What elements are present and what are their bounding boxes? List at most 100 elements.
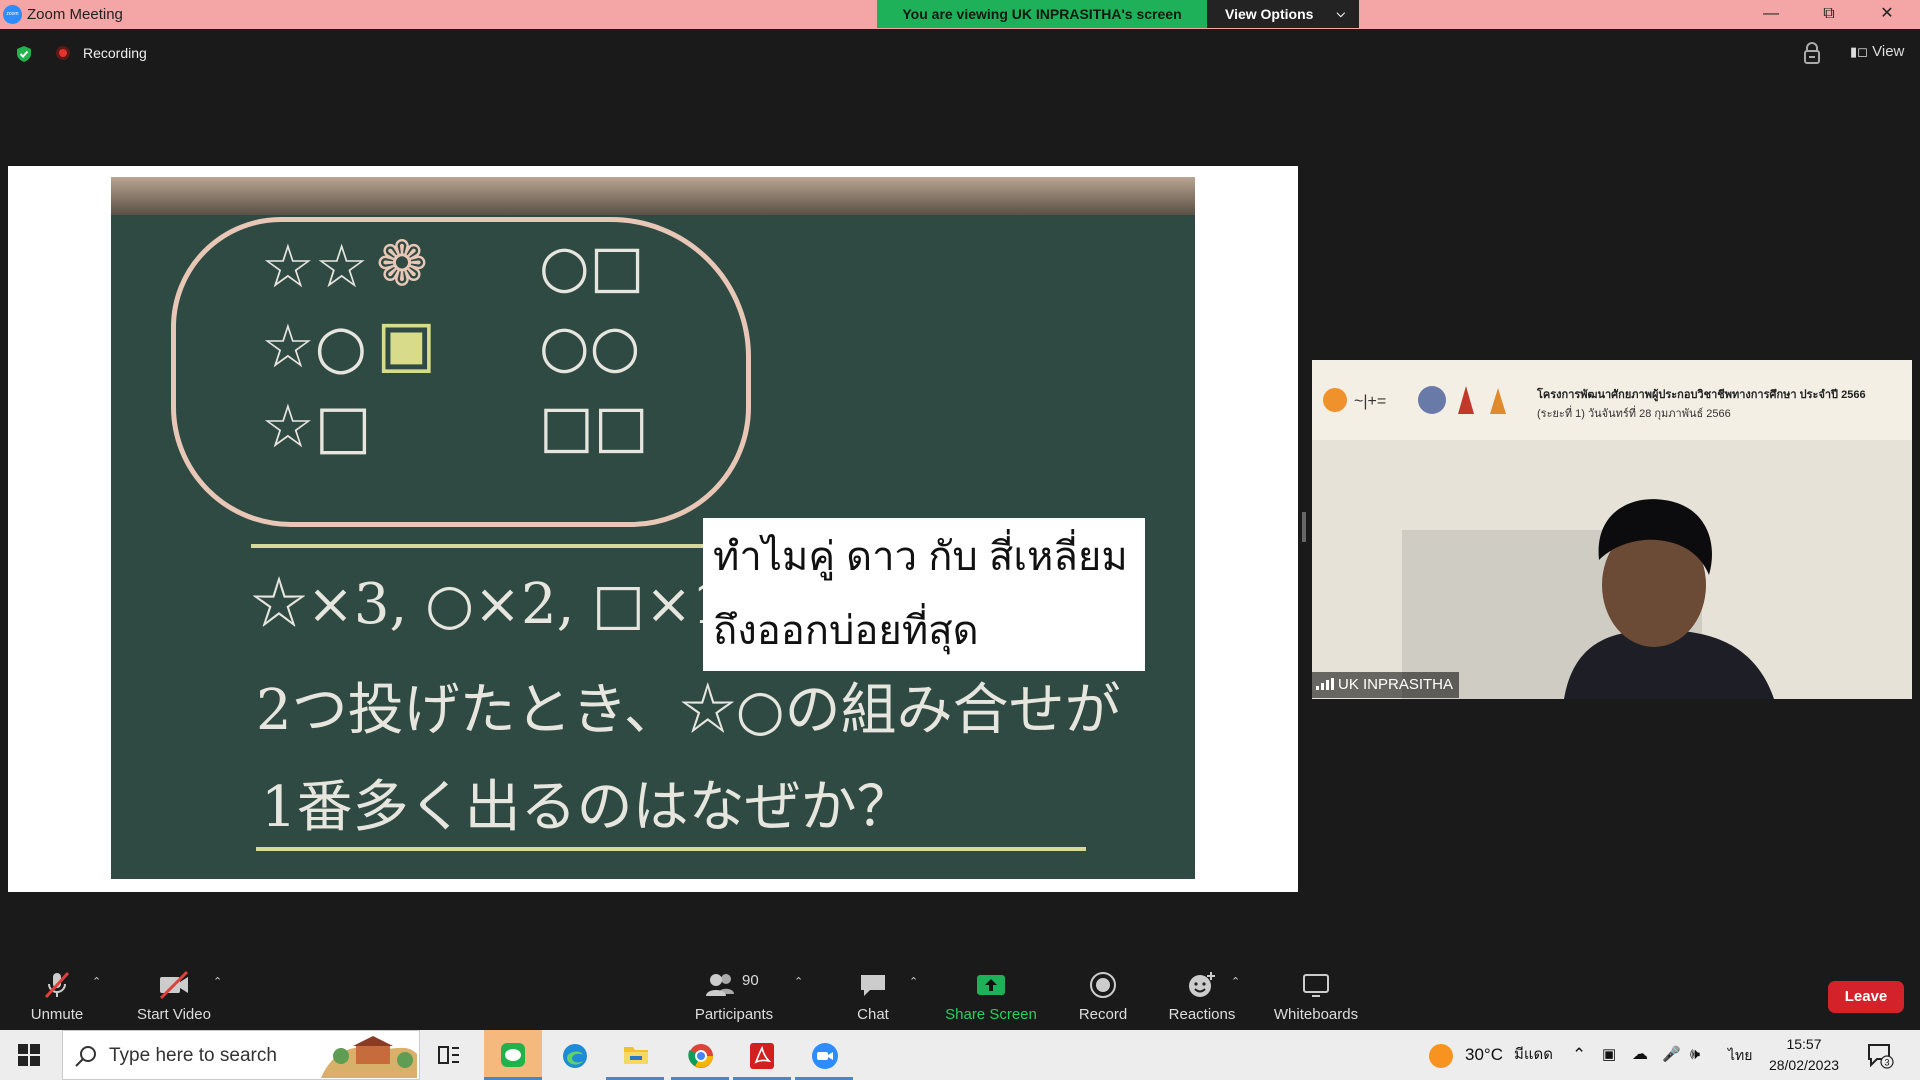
- cloud-flower-icon: ❁: [376, 227, 428, 300]
- pdf-reader-icon: [750, 1043, 774, 1069]
- board-frame: [111, 177, 1195, 215]
- clock-date: 28/02/2023: [1768, 1057, 1840, 1073]
- view-options-button[interactable]: View Options ⌵: [1207, 0, 1359, 28]
- leave-button[interactable]: Leave: [1828, 981, 1904, 1013]
- taskbar-app-line[interactable]: [484, 1030, 542, 1080]
- banner-title: โครงการพัฒนาศักยภาพผู้ประกอบวิชาชีพทางกา…: [1537, 389, 1866, 401]
- start-video-label: Start Video: [137, 1006, 211, 1023]
- close-button[interactable]: ✕: [1858, 0, 1916, 29]
- taskbar-app-edge[interactable]: [545, 1030, 603, 1080]
- participants-count: 90: [742, 972, 759, 989]
- search-placeholder: Type here to search: [109, 1045, 277, 1066]
- search-icon: [75, 1046, 96, 1067]
- chat-button[interactable]: Chat: [843, 970, 903, 1025]
- zoom-logo-icon: zoom: [3, 5, 22, 24]
- record-button[interactable]: Record: [1073, 970, 1133, 1025]
- view-button[interactable]: ▮◻ View: [1840, 37, 1906, 67]
- task-view-button[interactable]: [420, 1030, 478, 1080]
- window-titlebar: zoom Zoom Meeting You are viewing UK INP…: [0, 0, 1920, 29]
- resize-handle[interactable]: [1302, 512, 1306, 542]
- encryption-shield-icon[interactable]: [15, 45, 33, 63]
- cloud-row2-left: ☆○: [261, 312, 368, 382]
- speaker-volume-icon[interactable]: 🕪: [1690, 1030, 1700, 1080]
- whiteboards-button[interactable]: Whiteboards: [1270, 970, 1362, 1025]
- participants-icon: 90: [694, 970, 774, 1000]
- taskbar-app-chrome[interactable]: [671, 1030, 729, 1080]
- show-hidden-icons-chevron-icon[interactable]: ⌃: [1572, 1030, 1586, 1080]
- cloud-row1-left: ☆☆: [261, 232, 369, 302]
- reactions-label: Reactions: [1168, 1006, 1236, 1023]
- caption-line1: ทำไมคู่ ดาว กับ สี่เหลี่ยม: [713, 535, 1128, 579]
- task-view-icon: [438, 1046, 459, 1064]
- zoom-app-icon: [812, 1043, 838, 1069]
- cloud-row2-right: ○○: [539, 312, 641, 380]
- chat-bubble-icon: [861, 975, 885, 996]
- search-highlight-illustration: [321, 1036, 417, 1078]
- board-text-line2: 2つ投げたとき、☆○の組み合せが: [256, 678, 1121, 743]
- svg-text:~|+=: ~|+=: [1354, 393, 1386, 410]
- chrome-browser-icon: [688, 1044, 713, 1068]
- weather-temperature[interactable]: 30°C: [1465, 1030, 1503, 1080]
- participant-name: UK INPRASITHA: [1338, 676, 1454, 693]
- share-screen-icon: [977, 975, 1005, 995]
- video-options-caret[interactable]: ⌃: [213, 975, 222, 988]
- reactions-button[interactable]: Reactions: [1164, 970, 1240, 1025]
- participant-name-tag: UK INPRASITHA: [1312, 672, 1460, 698]
- view-options-label: View Options: [1225, 6, 1314, 22]
- recording-label: Recording: [83, 45, 147, 61]
- view-grid-icon: ▮◻: [1850, 44, 1868, 59]
- notification-count: 3: [1884, 1058, 1889, 1068]
- record-label: Record: [1078, 1006, 1128, 1023]
- shared-screen: ☆☆ ❁ ○□ ☆○ ▣ ○○ ☆□ □□ ☆×3, ○×2, □×1, のサイ…: [8, 166, 1298, 892]
- minimize-button[interactable]: —: [1742, 0, 1800, 29]
- share-screen-button[interactable]: Share Screen: [940, 970, 1042, 1025]
- reactions-options-caret[interactable]: ⌃: [1231, 975, 1240, 988]
- weather-sun-icon[interactable]: [1428, 1043, 1454, 1069]
- taskbar-app-file-explorer[interactable]: [606, 1030, 664, 1080]
- onedrive-cloud-icon[interactable]: ☁: [1632, 1030, 1648, 1080]
- chat-label: Chat: [857, 1006, 889, 1023]
- immersive-view-icon[interactable]: [1801, 42, 1823, 66]
- restore-button[interactable]: ⧉: [1800, 0, 1858, 29]
- edge-browser-icon: [563, 1044, 587, 1068]
- cloud-kanji-mark: ▣: [376, 307, 437, 381]
- taskbar-clock[interactable]: 15:57 28/02/2023: [1762, 1034, 1846, 1076]
- thai-caption-box: ทำไมคู่ ดาว กับ สี่เหลี่ยม ถึงออกบ่อยที่…: [703, 518, 1145, 671]
- board-text-line3: 1番多く出るのはなぜか？: [261, 775, 913, 840]
- participants-options-caret[interactable]: ⌃: [794, 975, 803, 988]
- banner-subtitle: (ระยะที่ 1) วันจันทร์ที่ 28 กุมภาพันธ์ 2…: [1537, 408, 1731, 420]
- virtual-background-banner: ~|+= โครงการพัฒนาศักยภาพผู้ประกอบวิชาชีพ…: [1312, 360, 1912, 440]
- taskbar-search-box[interactable]: Type here to search: [62, 1030, 420, 1080]
- windows-start-icon[interactable]: [18, 1044, 40, 1066]
- taskbar-app-zoom[interactable]: [795, 1030, 853, 1080]
- participant-person: [1564, 499, 1774, 699]
- microphone-muted-icon: [44, 971, 70, 999]
- reactions-smiley-icon: [1189, 972, 1215, 997]
- chat-options-caret[interactable]: ⌃: [909, 975, 918, 988]
- folder-icon: [624, 1047, 648, 1064]
- taskbar-app-acrobat[interactable]: [733, 1030, 791, 1080]
- video-camera-off-icon: [159, 970, 189, 1000]
- windows-taskbar: Type here to search 30°C มีแดด ⌃ ▣ ☁ 🎤 🕪…: [0, 1030, 1920, 1080]
- weather-condition[interactable]: มีแดด: [1514, 1030, 1553, 1080]
- window-title: Zoom Meeting: [27, 6, 123, 23]
- notification-center-icon[interactable]: 3: [1866, 1041, 1894, 1069]
- share-screen-label: Share Screen: [945, 1006, 1037, 1023]
- unmute-label: Unmute: [30, 1006, 84, 1023]
- cloud-row3-left: ☆□: [261, 392, 372, 462]
- start-video-button[interactable]: Start Video: [130, 970, 218, 1025]
- cloud-row3-right: □□: [539, 392, 649, 460]
- microphone-tray-icon[interactable]: 🎤: [1662, 1030, 1681, 1080]
- unmute-button[interactable]: Unmute: [22, 970, 92, 1025]
- recording-icon[interactable]: [56, 46, 70, 60]
- chalk-underline-bottom: [256, 847, 1086, 851]
- view-label: View: [1872, 43, 1905, 60]
- participant-video[interactable]: ~|+= โครงการพัฒนาศักยภาพผู้ประกอบวิชาชีพ…: [1312, 360, 1912, 699]
- whiteboard-icon: [1303, 974, 1329, 997]
- input-language-indicator[interactable]: ไทย: [1728, 1030, 1752, 1080]
- participants-button[interactable]: 90 Participants: [690, 970, 778, 1025]
- audio-options-caret[interactable]: ⌃: [92, 975, 101, 988]
- thought-cloud: [171, 217, 751, 527]
- meet-now-icon[interactable]: ▣: [1602, 1030, 1616, 1080]
- chevron-down-icon: ⌵: [1336, 8, 1345, 20]
